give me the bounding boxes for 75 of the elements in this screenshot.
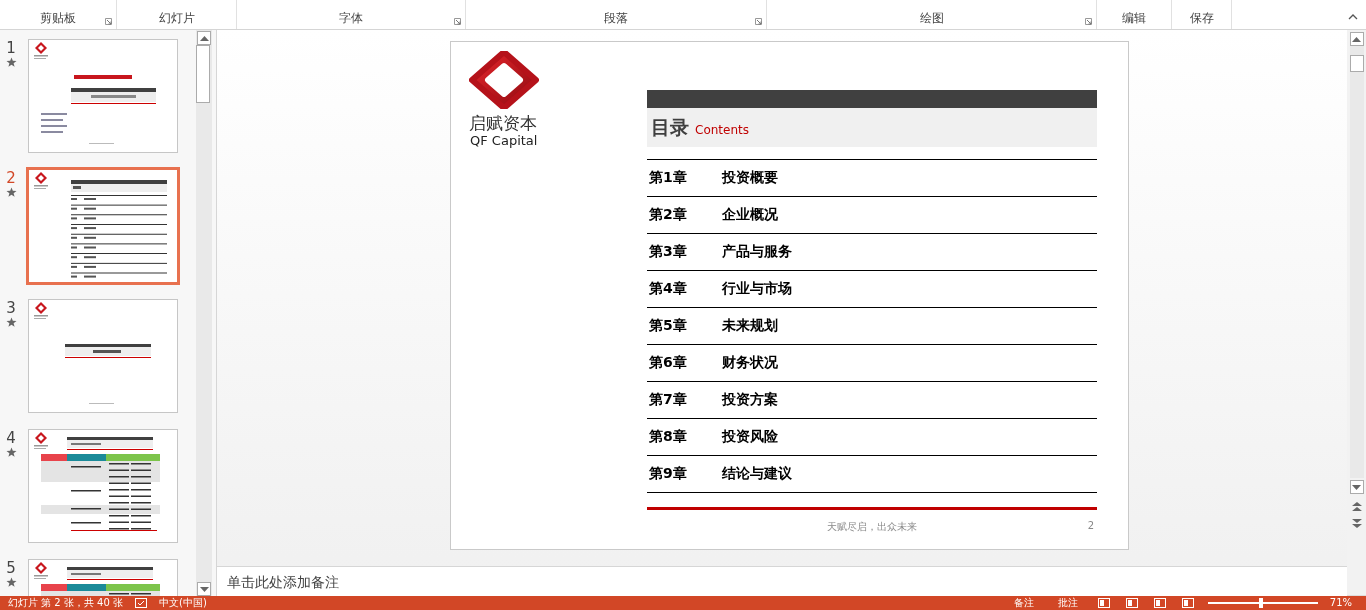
zoom-slider-thumb[interactable] [1258,598,1263,608]
dialog-launcher-icon[interactable] [755,18,762,25]
group-label: 幻灯片 [158,11,195,26]
chapter-number: 第7章 [649,391,688,409]
group-label: 保存 [1189,11,1214,26]
scroll-up-button[interactable] [1349,32,1364,46]
down-arrow-icon [1352,484,1361,490]
chapter-number: 第4章 [649,280,688,298]
chapter-title: 产品与服务 [722,243,792,261]
chapter-title: 行业与市场 [722,280,792,298]
notes-field[interactable]: 单击此处添加备注 [217,566,1347,596]
chapter-title: 投资风险 [722,428,778,446]
slide-thumbnail[interactable] [28,39,178,153]
logo-icon [469,51,539,109]
down-arrow-icon [199,586,209,592]
up-arrow-icon [1352,36,1361,42]
group-label: 字体 [339,11,363,26]
slide-thumbnail[interactable] [28,429,178,543]
chapter-title: 投资方案 [722,391,778,409]
group-label: 段落 [604,11,628,26]
slide-number: 5 [6,559,16,577]
dialog-launcher-icon[interactable] [105,18,112,25]
collapse-ribbon-icon[interactable] [1348,13,1358,20]
slide-counter: 幻灯片 第 2 张，共 40 张 [8,597,123,609]
group-label: 绘图 [919,11,944,26]
comments-button[interactable]: 批注 [1051,597,1084,609]
chapter-number: 第6章 [649,354,688,372]
slide-thumbnail[interactable] [26,167,180,285]
slide-number: 1 [6,39,16,57]
up-arrow-icon [199,35,209,41]
chapter-number: 第2章 [649,206,688,224]
star-icon [5,317,17,327]
slideshow-icon[interactable] [1181,598,1194,608]
dialog-launcher-icon[interactable] [1085,18,1092,25]
footer-slogan: 天赋尽启，出众未来 [827,520,917,534]
language-indicator[interactable]: 中文(中国) [159,597,207,609]
dialog-launcher-icon[interactable] [454,18,461,25]
slide-sorter-icon[interactable] [1125,598,1138,608]
chapter-title: 企业概况 [722,206,778,224]
slide-number: 4 [6,429,16,447]
spellcheck-icon [135,598,147,608]
next-slide-icon[interactable] [1351,519,1362,528]
chapter-title: 未来规划 [722,317,778,335]
chapter-title: 投资概要 [722,169,778,187]
chapter-number: 第1章 [649,169,688,187]
slide-number: 3 [6,299,16,317]
slide-number: 2 [6,169,16,187]
chapter-title: 结论与建议 [722,465,792,483]
star-icon [5,577,17,587]
slide-title: 目录 [651,114,689,140]
chapter-number: 第9章 [649,465,688,483]
chapter-number: 第3章 [649,243,688,261]
logo-subtitle: QF Capital [470,133,538,149]
normal-view-icon[interactable] [1097,598,1110,608]
scroll-down-button[interactable] [1349,480,1364,494]
previous-slide-icon[interactable] [1351,502,1362,511]
star-icon [5,187,17,197]
reading-view-icon[interactable] [1153,598,1166,608]
chapter-number: 第8章 [649,428,688,446]
star-icon [5,447,17,457]
scrollbar-thumb[interactable] [1349,55,1364,72]
chapter-number: 第5章 [649,317,688,335]
scrollbar-thumb[interactable] [196,45,210,103]
slide-thumbnail[interactable] [28,299,178,413]
zoom-level[interactable]: 71% [1329,597,1352,609]
page-number: 2 [1087,520,1094,531]
group-label: 编辑 [1122,11,1146,26]
slide-subtitle: Contents [695,123,749,137]
logo-name: 启赋资本 [469,113,537,133]
scroll-up-button[interactable] [197,31,211,45]
scroll-down-button[interactable] [197,582,211,596]
notes-button[interactable]: 备注 [1007,597,1040,609]
chapter-title: 财务状况 [722,354,778,372]
star-icon [5,57,17,67]
group-label: 剪贴板 [40,11,76,26]
